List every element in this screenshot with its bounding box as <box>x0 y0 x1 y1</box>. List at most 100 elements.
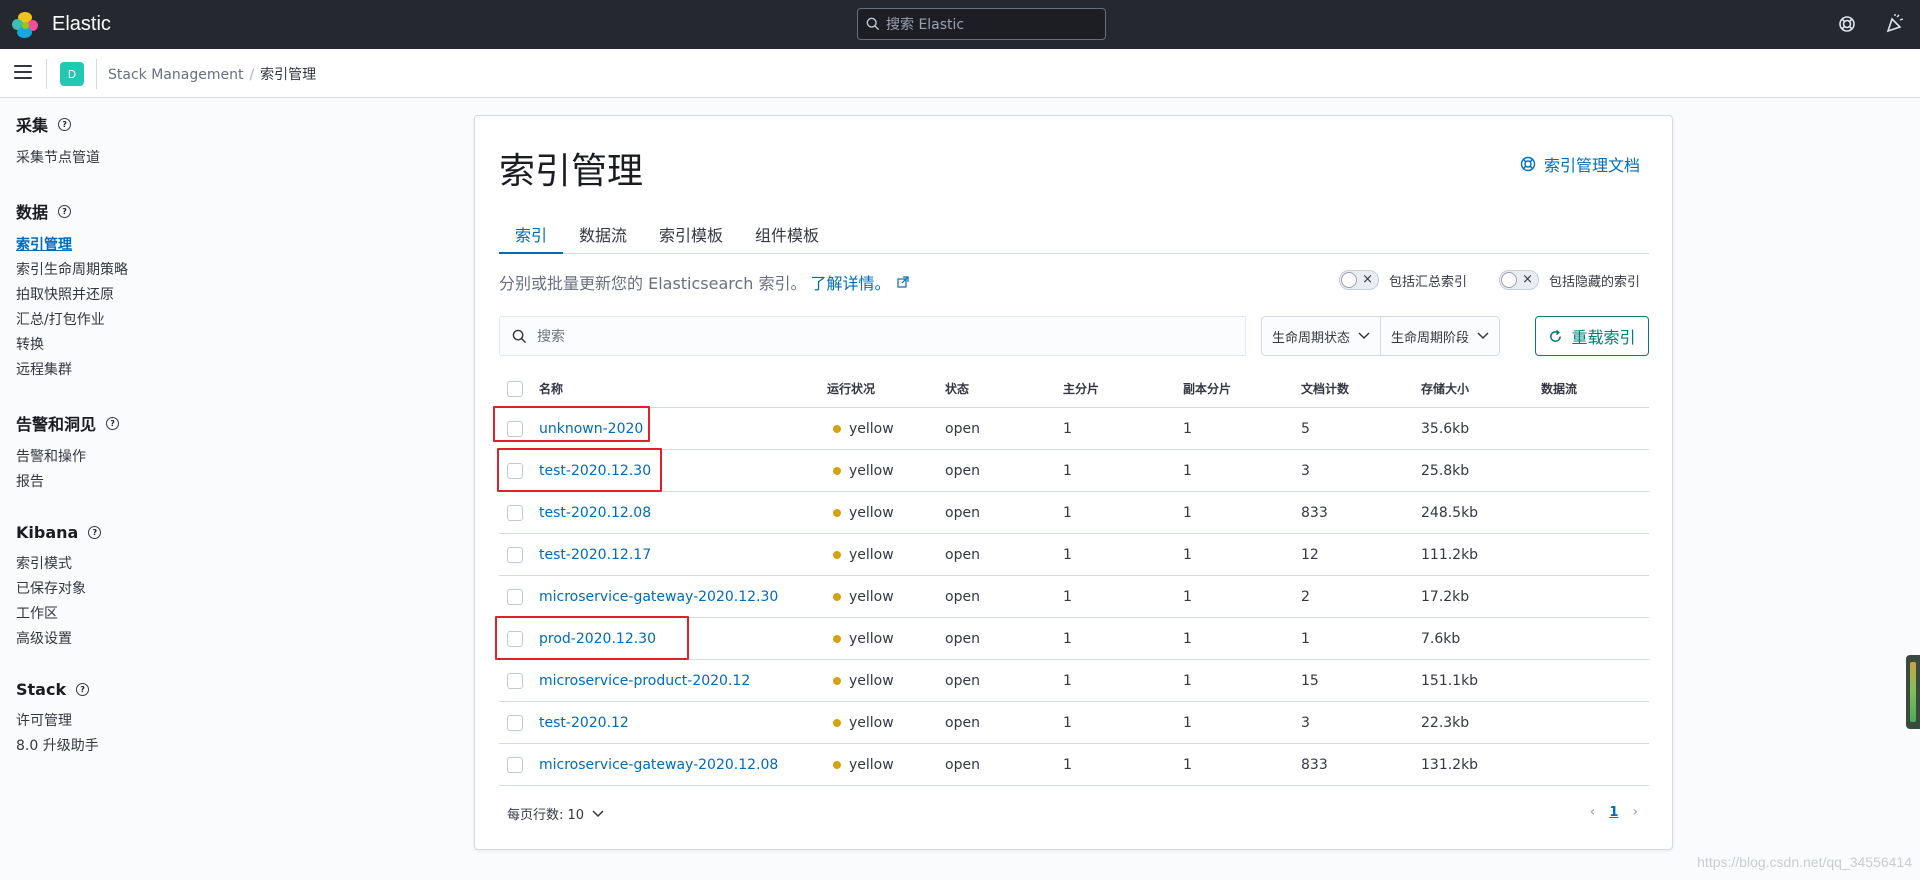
elastic-home-link[interactable]: Elastic <box>12 11 111 38</box>
help-menu-icon[interactable] <box>1836 13 1858 35</box>
breadcrumb-bar: D Stack Management / 索引管理 <box>0 49 1920 98</box>
sidebar-item-ingest-pipelines[interactable]: 采集节点管道 <box>16 146 376 171</box>
newsfeed-icon[interactable] <box>1884 13 1906 35</box>
row-checkbox[interactable] <box>507 504 523 521</box>
primaries-cell: 1 <box>1063 714 1072 731</box>
status-cell: open <box>945 546 980 563</box>
brand-name: Elastic <box>52 13 111 35</box>
row-checkbox[interactable] <box>507 756 523 773</box>
next-page-icon[interactable]: › <box>1632 804 1638 820</box>
row-checkbox[interactable] <box>507 588 523 605</box>
global-search-input[interactable]: 搜索 Elastic <box>857 8 1106 40</box>
tab-indices[interactable]: 索引 <box>499 212 564 254</box>
sidebar-group-alerts-insights: 告警和洞见? 告警和操作 报告 <box>16 411 376 495</box>
sidebar-item-spaces[interactable]: 工作区 <box>16 602 376 627</box>
sidebar-group-ingest: 采集? 采集节点管道 <box>16 112 376 171</box>
sidebar-item-alerts-actions[interactable]: 告警和操作 <box>16 445 376 470</box>
index-name-link[interactable]: test-2020.12.17 <box>539 547 651 563</box>
column-header-health[interactable]: 运行状况 <box>827 380 945 397</box>
help-icon: ? <box>58 204 72 218</box>
lifecycle-phase-filter[interactable]: 生命周期阶段 <box>1380 317 1499 355</box>
tab-data-streams[interactable]: 数据流 <box>563 212 643 253</box>
previous-page-icon[interactable]: ‹ <box>1590 804 1596 820</box>
index-search-input[interactable]: 搜索 <box>499 316 1246 356</box>
column-header-storage-size[interactable]: 存储大小 <box>1421 380 1541 397</box>
column-header-status[interactable]: 状态 <box>945 380 1063 397</box>
primaries-cell: 1 <box>1063 546 1072 563</box>
help-icon: ? <box>88 526 102 539</box>
sidebar-item-license-management[interactable]: 许可管理 <box>16 709 376 734</box>
column-header-name[interactable]: 名称 <box>539 380 827 397</box>
column-header-data-stream[interactable]: 数据流 <box>1541 380 1649 397</box>
index-name-link[interactable]: microservice-gateway-2020.12.08 <box>539 757 778 773</box>
tab-component-templates[interactable]: 组件模板 <box>739 212 835 253</box>
reload-button-label: 重载索引 <box>1571 328 1636 347</box>
sidebar-item-transforms[interactable]: 转换 <box>16 333 376 358</box>
sidebar-item-index-management[interactable]: 索引管理 <box>16 233 376 258</box>
nav-menu-toggle-icon[interactable] <box>14 65 32 81</box>
row-checkbox[interactable] <box>507 714 523 731</box>
health-cell: yellow <box>827 715 945 731</box>
replicas-cell: 1 <box>1183 714 1192 731</box>
index-name-link[interactable]: test-2020.12.08 <box>539 505 651 521</box>
floating-side-widget[interactable] <box>1906 655 1920 729</box>
global-search-placeholder: 搜索 Elastic <box>886 17 965 33</box>
sidebar-group-title: 告警和洞见 <box>16 415 97 434</box>
health-cell: yellow <box>827 505 945 521</box>
health-label: yellow <box>849 420 894 437</box>
docs-count-cell: 12 <box>1301 546 1319 563</box>
sidebar-group-title: Stack <box>16 680 67 699</box>
column-header-docs-count[interactable]: 文档计数 <box>1301 380 1421 397</box>
rollup-switch[interactable]: × <box>1339 270 1379 290</box>
rows-per-page-select[interactable]: 每页行数: 10 <box>507 804 604 823</box>
select-all-checkbox[interactable] <box>507 380 523 397</box>
sidebar-item-reporting[interactable]: 报告 <box>16 470 376 495</box>
index-management-panel: 索引管理 索引管理文档 索引 数据流 索引模板 组件模板 分别或批量更新您的 E… <box>474 115 1673 850</box>
index-name-link[interactable]: test-2020.12 <box>539 715 629 731</box>
row-checkbox[interactable] <box>507 672 523 689</box>
sidebar-item-remote-clusters[interactable]: 远程集群 <box>16 358 376 383</box>
storage-size-cell: 248.5kb <box>1421 504 1479 521</box>
tab-index-templates[interactable]: 索引模板 <box>643 212 739 253</box>
chevron-down-icon <box>1477 332 1489 340</box>
management-sidebar: 采集? 采集节点管道 数据? 索引管理 索引生命周期策略 拍取快照并还原 汇总/… <box>16 112 376 787</box>
include-hidden-toggle[interactable]: × 包括隐藏的索引 <box>1499 270 1640 290</box>
reload-indices-button[interactable]: 重载索引 <box>1535 316 1649 356</box>
primaries-cell: 1 <box>1063 504 1072 521</box>
learn-more-link[interactable]: 了解详情。 <box>811 270 891 294</box>
sidebar-item-ilm-policies[interactable]: 索引生命周期策略 <box>16 258 376 283</box>
sidebar-item-saved-objects[interactable]: 已保存对象 <box>16 577 376 602</box>
index-name-link[interactable]: microservice-gateway-2020.12.30 <box>539 589 778 605</box>
row-checkbox[interactable] <box>507 546 523 563</box>
lifecycle-status-filter[interactable]: 生命周期状态 <box>1262 317 1380 355</box>
table-header: 名称 运行状况 状态 主分片 副本分片 文档计数 存储大小 数据流 <box>499 370 1649 408</box>
hidden-switch[interactable]: × <box>1499 270 1539 290</box>
search-placeholder: 搜索 <box>537 329 565 345</box>
hidden-switch-label: 包括隐藏的索引 <box>1549 274 1641 290</box>
health-status-dot-icon <box>833 634 841 643</box>
filter-label: 生命周期状态 <box>1272 330 1351 346</box>
page-number-button[interactable]: 1 <box>1609 805 1618 820</box>
sidebar-group-title: 采集 <box>16 116 49 135</box>
replicas-cell: 1 <box>1183 588 1192 605</box>
index-name-link[interactable]: microservice-product-2020.12 <box>539 673 750 689</box>
status-cell: open <box>945 504 980 521</box>
sidebar-item-upgrade-assistant[interactable]: 8.0 升级助手 <box>16 734 376 759</box>
storage-size-cell: 7.6kb <box>1421 630 1461 647</box>
health-label: yellow <box>849 462 894 479</box>
column-header-primaries[interactable]: 主分片 <box>1063 380 1183 397</box>
help-icon: ? <box>106 416 120 430</box>
sidebar-item-rollup-jobs[interactable]: 汇总/打包作业 <box>16 308 376 333</box>
help-icon: ? <box>58 117 72 131</box>
health-cell: yellow <box>827 673 945 689</box>
space-avatar[interactable]: D <box>60 62 84 86</box>
health-label: yellow <box>849 588 894 605</box>
index-management-docs-link[interactable]: 索引管理文档 <box>1520 152 1640 176</box>
sidebar-item-snapshot-restore[interactable]: 拍取快照并还原 <box>16 283 376 308</box>
sidebar-item-advanced-settings[interactable]: 高级设置 <box>16 627 376 652</box>
column-header-replicas[interactable]: 副本分片 <box>1183 380 1301 397</box>
include-rollup-toggle[interactable]: × 包括汇总索引 <box>1339 270 1467 290</box>
breadcrumb-stack-management[interactable]: Stack Management <box>108 67 243 83</box>
sidebar-item-index-patterns[interactable]: 索引模式 <box>16 552 376 577</box>
sidebar-group-title: 数据 <box>16 203 49 222</box>
